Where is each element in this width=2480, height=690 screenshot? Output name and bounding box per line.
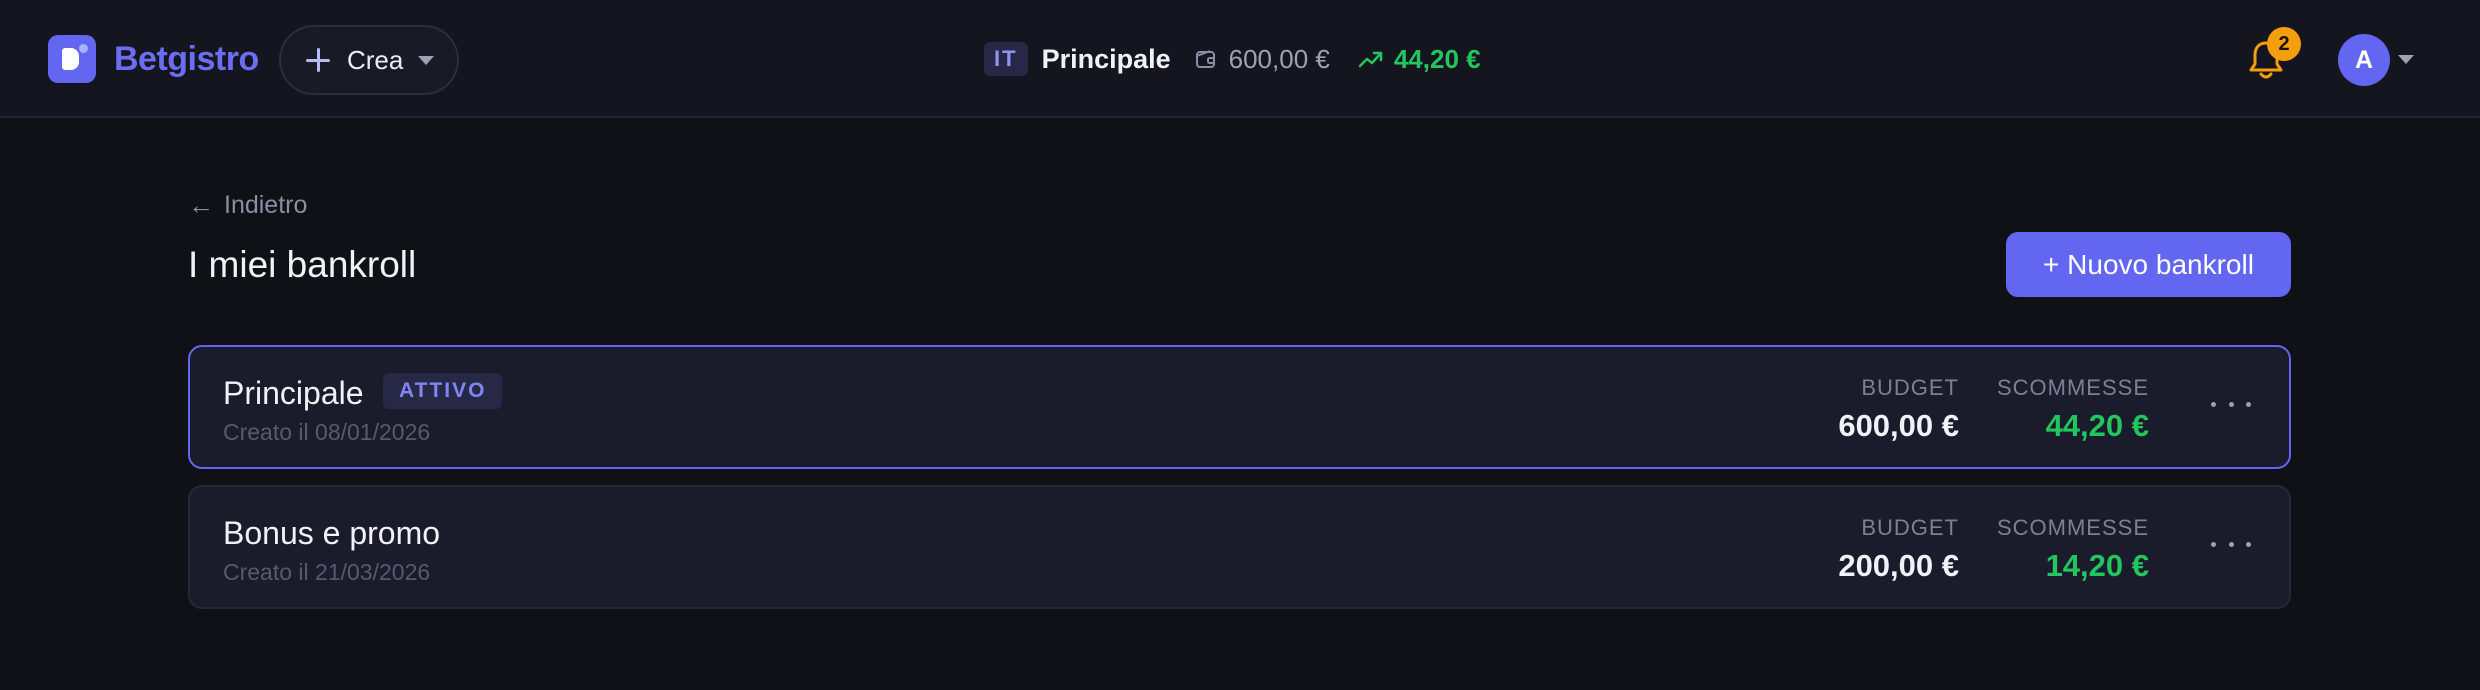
bankroll-created-date: Creato il 21/03/2026 bbox=[223, 559, 431, 585]
budget-label: BUDGET bbox=[1861, 515, 1959, 540]
plus-icon bbox=[306, 48, 330, 72]
create-button[interactable]: Crea bbox=[279, 25, 459, 95]
bankroll-card[interactable]: Principale ATTIVO Creato il 08/01/2026 B… bbox=[188, 345, 2291, 469]
bets-label: SCOMMESSE bbox=[1996, 515, 2149, 540]
brand[interactable]: Betgistro bbox=[48, 35, 259, 83]
active-bankroll-summary[interactable]: IT Principale 600,00 € 44,20 € bbox=[984, 40, 1481, 78]
active-bankroll-budget: 600,00 € bbox=[1228, 43, 1330, 74]
bets-label: SCOMMESSE bbox=[1996, 375, 2149, 400]
more-options-icon[interactable] bbox=[2211, 529, 2251, 559]
back-link-label: Indietro bbox=[224, 190, 308, 219]
logo-icon bbox=[48, 35, 96, 83]
budget-value: 600,00 € bbox=[1838, 408, 1959, 443]
back-link[interactable]: ← Indietro bbox=[188, 190, 307, 220]
chevron-down-icon bbox=[418, 55, 435, 65]
brand-name: Betgistro bbox=[114, 39, 259, 78]
bets-value: 14,20 € bbox=[2045, 548, 2149, 583]
trending-up-icon bbox=[1358, 51, 1383, 68]
active-bankroll-profit: 44,20 € bbox=[1393, 43, 1481, 74]
notification-badge: 2 bbox=[2267, 27, 2301, 61]
wallet-icon bbox=[1195, 50, 1215, 68]
new-bankroll-button[interactable]: + Nuovo bankroll bbox=[2006, 232, 2291, 297]
bankroll-created-date: Creato il 08/01/2026 bbox=[223, 419, 431, 445]
bankroll-name: Bonus e promo bbox=[223, 515, 441, 551]
top-bar: Betgistro Crea IT Principale 600,00 € 44… bbox=[0, 0, 2480, 118]
chevron-down-icon[interactable] bbox=[2398, 55, 2414, 64]
bankroll-card[interactable]: Bonus e promo Creato il 21/03/2026 BUDGE… bbox=[188, 485, 2291, 609]
status-badge: ATTIVO bbox=[383, 373, 503, 409]
page-title: I miei bankroll bbox=[188, 244, 417, 285]
bankroll-name: Principale bbox=[223, 375, 364, 411]
country-badge: IT bbox=[984, 42, 1028, 76]
create-button-label: Crea bbox=[347, 44, 404, 75]
avatar[interactable]: A bbox=[2338, 34, 2390, 86]
budget-label: BUDGET bbox=[1861, 375, 1959, 400]
active-bankroll-name: Principale bbox=[1041, 43, 1171, 74]
budget-value: 200,00 € bbox=[1838, 548, 1959, 583]
more-options-icon[interactable] bbox=[2211, 389, 2251, 419]
bets-value: 44,20 € bbox=[2045, 408, 2149, 443]
arrow-left-icon: ← bbox=[188, 189, 214, 220]
